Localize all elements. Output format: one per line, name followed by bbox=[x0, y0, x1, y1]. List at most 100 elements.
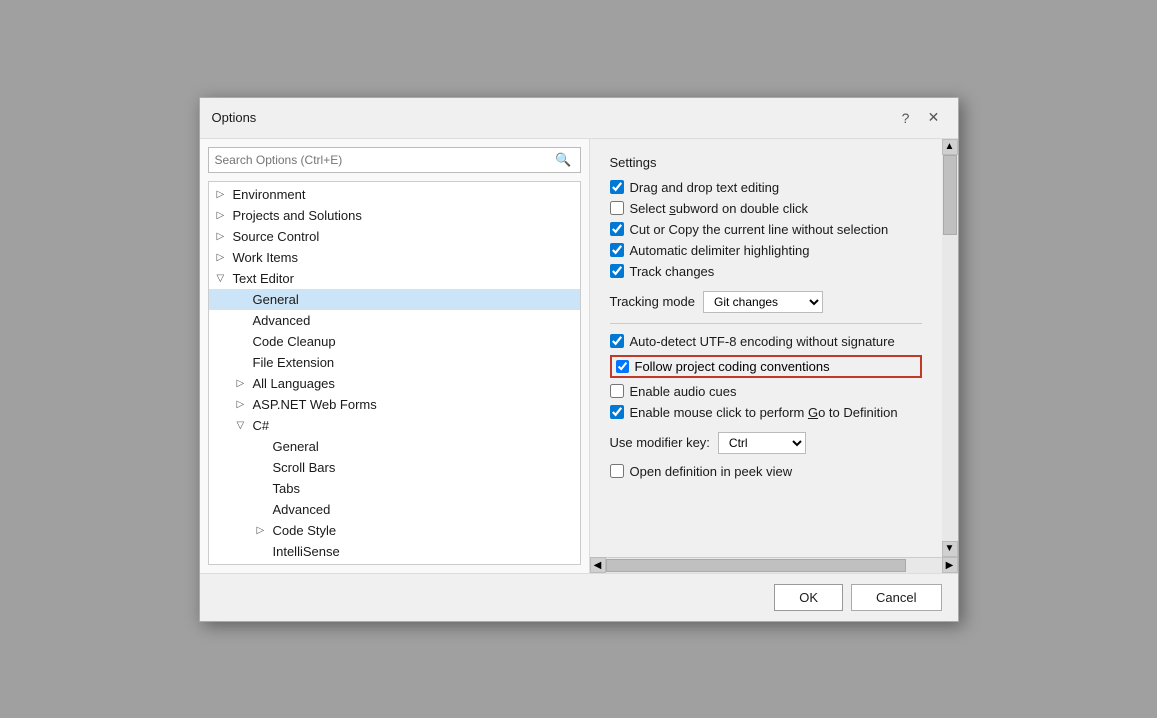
tree-view: ▷Environment▷Projects and Solutions▷Sour… bbox=[208, 181, 581, 565]
tracking-mode-select[interactable]: Git changes Line changes None bbox=[703, 291, 823, 313]
checkbox-row-cut-copy: Cut or Copy the current line without sel… bbox=[610, 222, 922, 237]
highlighted-follow-project-row: Follow project coding conventions bbox=[610, 355, 922, 378]
tree-item-csharp-general[interactable]: General bbox=[209, 436, 580, 457]
tree-item-text-editor[interactable]: ▽ Text Editor bbox=[209, 268, 580, 289]
checkbox-audio-cues[interactable] bbox=[610, 384, 624, 398]
modifier-key-row: Use modifier key: Ctrl Alt Ctrl+Alt bbox=[610, 432, 922, 454]
scroll-thumb bbox=[943, 155, 957, 235]
checkbox-row-auto-delimiter: Automatic delimiter highlighting bbox=[610, 243, 922, 258]
tree-label-source-control: Source Control bbox=[233, 229, 320, 244]
tree-item-aspnet-web-forms[interactable]: ▷ ASP.NET Web Forms bbox=[209, 394, 580, 415]
label-drag-drop[interactable]: Drag and drop text editing bbox=[630, 180, 780, 195]
tree-arrow-source-control: ▷ bbox=[217, 231, 229, 242]
settings-group-3: Open definition in peek view bbox=[610, 464, 922, 479]
settings-group-1: Drag and drop text editing Select subwor… bbox=[610, 180, 922, 279]
tree-item-code-cleanup[interactable]: Code Cleanup bbox=[209, 331, 580, 352]
scroll-down-arrow[interactable]: ▼ bbox=[942, 541, 958, 557]
left-panel: 🔍 ▷Environment▷Projects and Solutions▷So… bbox=[200, 139, 590, 573]
tree-label-intellisense: IntelliSense bbox=[273, 544, 340, 559]
tree-label-general: General bbox=[253, 292, 299, 307]
h-scroll-track[interactable] bbox=[606, 558, 942, 573]
scroll-up-arrow[interactable]: ▲ bbox=[942, 139, 958, 155]
close-button[interactable]: ✕ bbox=[922, 106, 946, 130]
label-open-peek[interactable]: Open definition in peek view bbox=[630, 464, 793, 479]
tree-item-projects-solutions[interactable]: ▷Projects and Solutions bbox=[209, 205, 580, 226]
tree-label-environment: Environment bbox=[233, 187, 306, 202]
tree-label-all-languages: All Languages bbox=[253, 376, 335, 391]
title-bar-left: Options bbox=[212, 110, 257, 125]
tree-label-code-style: Code Style bbox=[273, 523, 337, 538]
tree-label-aspnet-web-forms: ASP.NET Web Forms bbox=[253, 397, 377, 412]
checkbox-row-track-changes: Track changes bbox=[610, 264, 922, 279]
tree-arrow-text-editor: ▽ bbox=[217, 273, 229, 284]
checkbox-mouse-go-def[interactable] bbox=[610, 405, 624, 419]
checkbox-row-open-peek: Open definition in peek view bbox=[610, 464, 922, 479]
label-auto-delimiter[interactable]: Automatic delimiter highlighting bbox=[630, 243, 810, 258]
tree-arrow-work-items: ▷ bbox=[217, 252, 229, 263]
label-track-changes[interactable]: Track changes bbox=[630, 264, 715, 279]
checkbox-track-changes[interactable] bbox=[610, 264, 624, 278]
checkbox-auto-delimiter[interactable] bbox=[610, 243, 624, 257]
checkbox-select-subword[interactable] bbox=[610, 201, 624, 215]
tree-item-advanced[interactable]: Advanced bbox=[209, 310, 580, 331]
main-area: 🔍 ▷Environment▷Projects and Solutions▷So… bbox=[200, 139, 958, 573]
tree-label-work-items: Work Items bbox=[233, 250, 299, 265]
tree-item-csharp[interactable]: ▽ C# bbox=[209, 415, 580, 436]
tree-label-code-cleanup: Code Cleanup bbox=[253, 334, 336, 349]
tree-arrow-environment: ▷ bbox=[217, 189, 229, 200]
checkbox-cut-copy[interactable] bbox=[610, 222, 624, 236]
label-mouse-go-def[interactable]: Enable mouse click to perform Go to Defi… bbox=[630, 405, 898, 420]
checkbox-follow-project[interactable] bbox=[616, 360, 629, 373]
checkbox-drag-drop[interactable] bbox=[610, 180, 624, 194]
cancel-button[interactable]: Cancel bbox=[851, 584, 941, 611]
help-button[interactable]: ? bbox=[894, 106, 918, 130]
underline-go: G bbox=[808, 405, 818, 420]
checkbox-row-utf8: Auto-detect UTF-8 encoding without signa… bbox=[610, 334, 922, 349]
h-scroll-thumb bbox=[606, 559, 906, 572]
scroll-left-arrow[interactable]: ◀ bbox=[590, 557, 606, 573]
right-scrollbar: ▲ ▼ bbox=[942, 139, 958, 557]
ok-button[interactable]: OK bbox=[774, 584, 843, 611]
tree-item-source-control[interactable]: ▷ Source Control bbox=[209, 226, 580, 247]
title-bar: Options ? ✕ bbox=[200, 98, 958, 139]
tree-label-text-editor: Text Editor bbox=[233, 271, 294, 286]
tree-item-csharp-advanced[interactable]: Advanced bbox=[209, 499, 580, 520]
tree-label-csharp: C# bbox=[253, 418, 270, 433]
tree-label-csharp-advanced: Advanced bbox=[273, 502, 331, 517]
tree-arrow-aspnet-web-forms: ▷ bbox=[237, 399, 249, 410]
modifier-key-label: Use modifier key: bbox=[610, 435, 710, 450]
modifier-key-select[interactable]: Ctrl Alt Ctrl+Alt bbox=[718, 432, 806, 454]
checkbox-row-mouse-go-def: Enable mouse click to perform Go to Defi… bbox=[610, 405, 922, 420]
tree-item-intellisense[interactable]: IntelliSense bbox=[209, 541, 580, 562]
scroll-track[interactable] bbox=[942, 155, 958, 541]
search-box[interactable]: 🔍 bbox=[208, 147, 581, 173]
scroll-right-arrow[interactable]: ▶ bbox=[942, 557, 958, 573]
tree-label-projects-solutions: Projects and Solutions bbox=[233, 208, 362, 223]
tracking-mode-label: Tracking mode bbox=[610, 294, 696, 309]
label-select-subword[interactable]: Select subword on double click bbox=[630, 201, 809, 216]
checkbox-utf8[interactable] bbox=[610, 334, 624, 348]
title-bar-right: ? ✕ bbox=[894, 106, 946, 130]
label-utf8[interactable]: Auto-detect UTF-8 encoding without signa… bbox=[630, 334, 895, 349]
search-input[interactable] bbox=[215, 150, 554, 170]
label-cut-copy[interactable]: Cut or Copy the current line without sel… bbox=[630, 222, 889, 237]
tree-item-tabs[interactable]: Tabs bbox=[209, 478, 580, 499]
tracking-mode-row: Tracking mode Git changes Line changes N… bbox=[610, 291, 922, 313]
tree-arrow-code-style: ▷ bbox=[257, 525, 269, 536]
label-audio-cues[interactable]: Enable audio cues bbox=[630, 384, 737, 399]
tree-label-tabs: Tabs bbox=[273, 481, 300, 496]
right-content-wrapper: Settings Drag and drop text editing Sele… bbox=[590, 139, 958, 557]
tree-item-work-items[interactable]: ▷ Work Items bbox=[209, 247, 580, 268]
tree-item-code-style[interactable]: ▷ Code Style bbox=[209, 520, 580, 541]
tree-item-environment[interactable]: ▷ Environment bbox=[209, 184, 580, 205]
tree-item-all-languages[interactable]: ▷All Languages bbox=[209, 373, 580, 394]
label-follow-project[interactable]: Follow project coding conventions bbox=[635, 359, 830, 374]
checkbox-open-peek[interactable] bbox=[610, 464, 624, 478]
tree-arrow-csharp: ▽ bbox=[237, 420, 249, 431]
tree-item-general[interactable]: General bbox=[209, 289, 580, 310]
search-icon[interactable]: 🔍 bbox=[553, 152, 573, 168]
options-dialog: Options ? ✕ 🔍 ▷Environment▷Projects and … bbox=[199, 97, 959, 622]
tree-item-file-extension[interactable]: File Extension bbox=[209, 352, 580, 373]
settings-label: Settings bbox=[610, 155, 922, 170]
tree-item-scroll-bars[interactable]: Scroll Bars bbox=[209, 457, 580, 478]
